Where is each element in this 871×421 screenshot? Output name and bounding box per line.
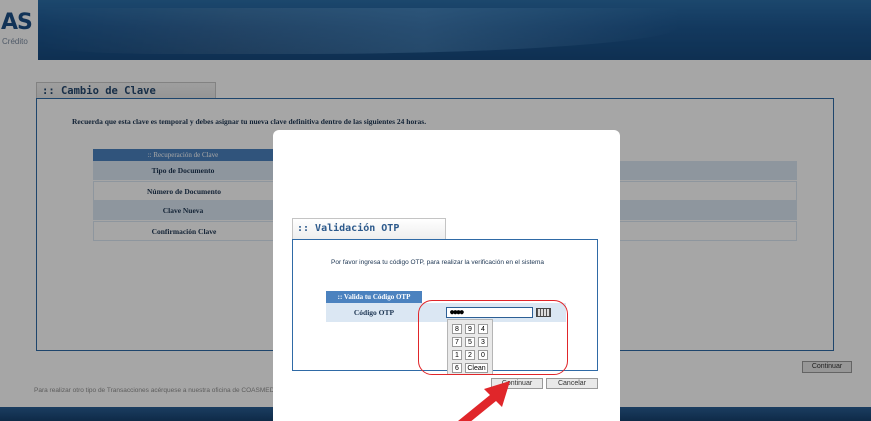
otp-title: :: Validación OTP [292,218,446,239]
otp-field-label: Código OTP [353,308,395,317]
otp-modal: :: Validación OTP Por favor ingresa tu c… [273,130,620,421]
red-arrow-icon [458,381,510,421]
otp-table-header: :: Valida tu Código OTP [326,291,422,303]
modal-cancelar-button[interactable]: Cancelar [546,378,598,389]
highlight-annotation [418,300,568,375]
otp-instructions: Por favor ingresa tu código OTP, para re… [331,259,545,266]
